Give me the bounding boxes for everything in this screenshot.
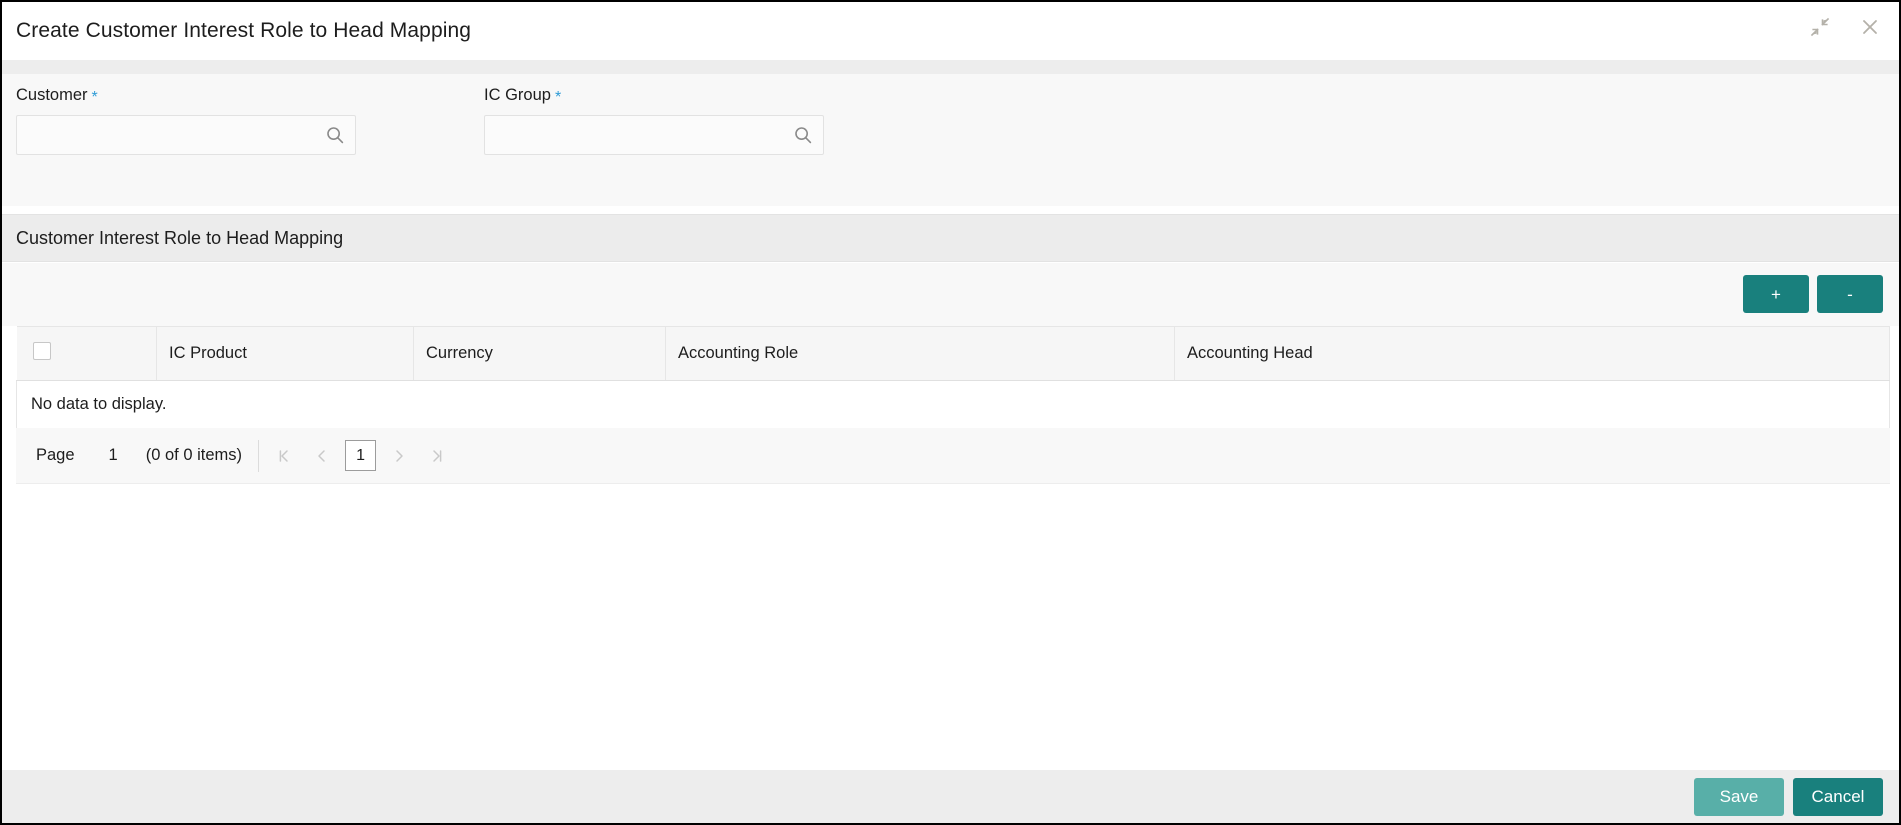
select-all-checkbox[interactable] bbox=[32, 342, 51, 360]
column-currency[interactable]: Currency bbox=[413, 326, 666, 381]
save-button[interactable]: Save bbox=[1694, 777, 1784, 816]
customer-label-text: Customer bbox=[16, 86, 88, 104]
column-accounting-role[interactable]: Accounting Role bbox=[665, 326, 1175, 381]
dialog-body-filler bbox=[2, 484, 1899, 770]
column-accounting-head[interactable]: Accounting Head bbox=[1174, 326, 1890, 381]
section-header: Customer Interest Role to Head Mapping bbox=[2, 214, 1899, 262]
mapping-table: IC Product Currency Accounting Role Acco… bbox=[16, 326, 1890, 429]
collapse-arrows-icon[interactable] bbox=[1805, 12, 1835, 42]
section-title: Customer Interest Role to Head Mapping bbox=[16, 227, 344, 248]
add-row-button[interactable]: + bbox=[1743, 275, 1809, 313]
first-page-icon[interactable] bbox=[265, 438, 303, 474]
items-count: (0 of 0 items) bbox=[145, 446, 243, 464]
ic-group-label-text: IC Group bbox=[484, 86, 551, 104]
ic-group-lookup[interactable] bbox=[484, 115, 824, 155]
grid-toolbar-buttons: + - bbox=[1743, 275, 1883, 313]
search-icon[interactable] bbox=[793, 125, 813, 145]
empty-message: No data to display. bbox=[16, 380, 1890, 429]
field-customer: Customer * bbox=[16, 86, 356, 155]
required-asterisk: * bbox=[554, 89, 562, 106]
ic-group-label: IC Group * bbox=[484, 86, 824, 106]
table-header-row: IC Product Currency Accounting Role Acco… bbox=[16, 326, 1890, 381]
customer-label: Customer * bbox=[16, 86, 356, 106]
table-empty-row: No data to display. bbox=[16, 380, 1890, 429]
search-icon[interactable] bbox=[325, 125, 345, 145]
page-1-button[interactable]: 1 bbox=[345, 440, 377, 471]
column-select-all bbox=[16, 326, 157, 381]
close-icon[interactable] bbox=[1855, 12, 1885, 42]
titlebar-separator bbox=[2, 60, 1899, 74]
customer-input[interactable] bbox=[17, 116, 355, 154]
column-ic-product[interactable]: IC Product bbox=[156, 326, 414, 381]
last-page-icon[interactable] bbox=[418, 438, 456, 474]
form-section: Customer * IC Group * bbox=[2, 74, 1899, 206]
page-title: Create Customer Interest Role to Head Ma… bbox=[16, 19, 472, 42]
previous-page-icon[interactable] bbox=[303, 438, 341, 474]
dialog-window: Create Customer Interest Role to Head Ma… bbox=[0, 0, 1901, 825]
ic-group-input[interactable] bbox=[485, 116, 823, 154]
grid-toolbar: + - bbox=[2, 263, 1899, 326]
dialog-titlebar: Create Customer Interest Role to Head Ma… bbox=[2, 2, 1899, 60]
page-number-value: 1 bbox=[108, 446, 118, 464]
customer-lookup[interactable] bbox=[16, 115, 356, 155]
required-asterisk: * bbox=[91, 89, 98, 106]
field-ic-group: IC Group * bbox=[484, 86, 824, 155]
pagination-divider bbox=[258, 439, 260, 472]
pagination-controls: 1 bbox=[265, 438, 456, 474]
remove-row-button[interactable]: - bbox=[1817, 275, 1883, 313]
page-label: Page bbox=[36, 446, 75, 464]
dialog-footer: Save Cancel bbox=[2, 770, 1899, 823]
pagination-bar: Page 1 (0 of 0 items) 1 bbox=[16, 428, 1890, 484]
window-controls bbox=[1805, 12, 1885, 42]
next-page-icon[interactable] bbox=[380, 438, 418, 474]
cancel-button[interactable]: Cancel bbox=[1793, 777, 1883, 816]
